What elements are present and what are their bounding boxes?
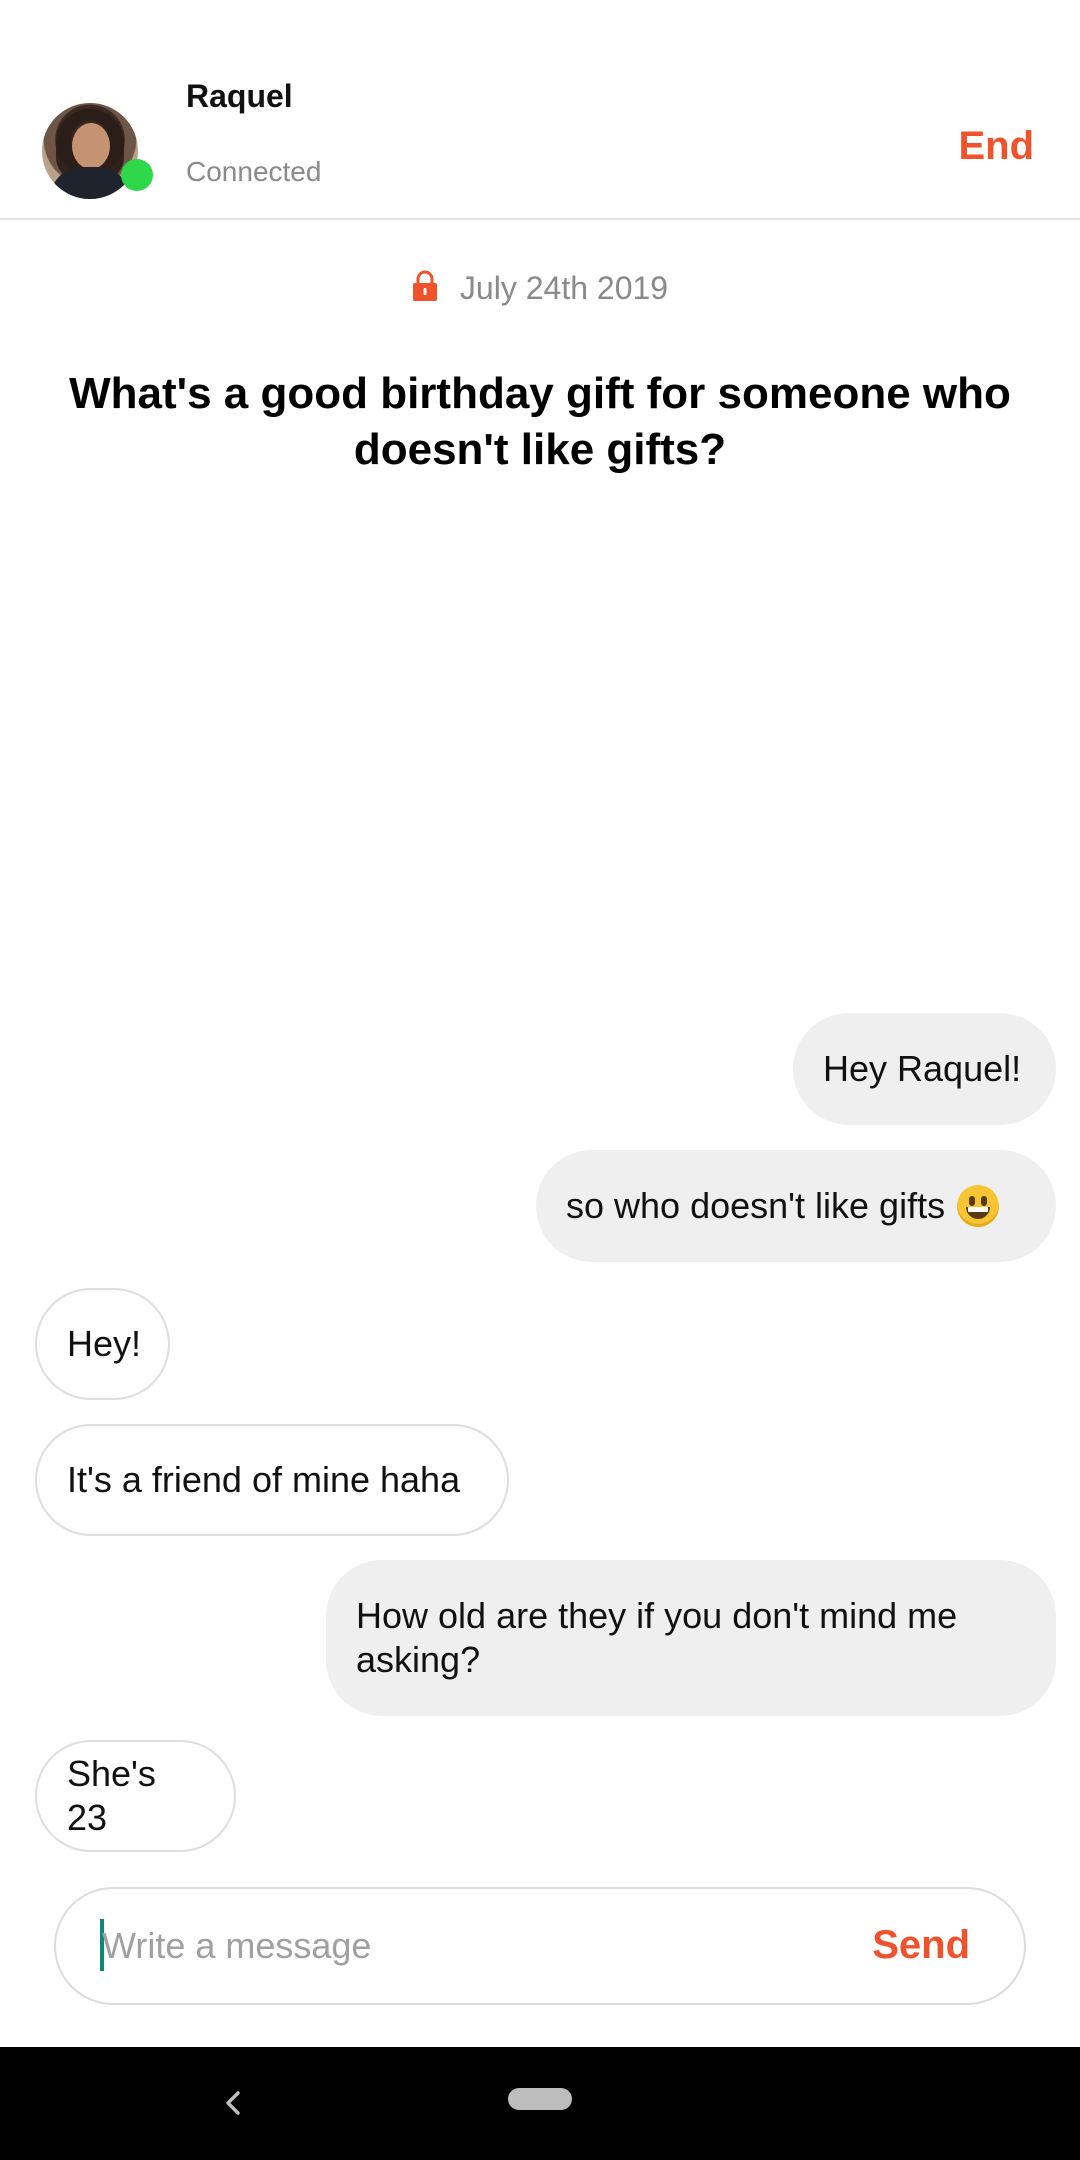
message-bubble-received: Hey! — [35, 1288, 170, 1400]
session-date: July 24th 2019 — [459, 270, 669, 306]
status-bar — [0, 0, 1080, 63]
lock-icon — [412, 270, 438, 302]
message-text: Hey Raquel! — [823, 1048, 1022, 1089]
question-title: What's a good birthday gift for someone … — [69, 369, 1011, 474]
message-input[interactable] — [102, 1913, 842, 1979]
grinning-face-icon — [957, 1185, 1000, 1227]
end-chat-button[interactable]: End — [958, 124, 1034, 169]
contact-status: Connected — [186, 156, 322, 187]
message-text: How old are they if you don't mind me as… — [356, 1595, 958, 1680]
message-bubble-sent: so who doesn't like gifts — [536, 1150, 1056, 1262]
online-status-icon — [121, 159, 153, 191]
system-navigation-bar — [0, 2047, 1080, 2160]
send-button[interactable]: Send — [872, 1923, 970, 1968]
message-composer: Send — [54, 1887, 1026, 2005]
contact-name: Raquel — [186, 78, 293, 114]
message-bubble-sent: How old are they if you don't mind me as… — [326, 1560, 1056, 1716]
message-bubble-received: It's a friend of mine haha — [35, 1424, 509, 1536]
session-date-row: July 24th 2019 — [0, 270, 1080, 307]
chat-header: Raquel Connected End — [0, 63, 1080, 220]
message-bubble-received: She's 23 — [35, 1740, 236, 1852]
back-icon[interactable] — [218, 2085, 248, 2121]
message-text: Hey! — [67, 1323, 142, 1364]
message-text: It's a friend of mine haha — [67, 1459, 461, 1500]
message-text: She's 23 — [67, 1753, 156, 1838]
message-bubble-sent: Hey Raquel! — [793, 1013, 1056, 1125]
home-button[interactable] — [508, 2088, 572, 2110]
message-text: so who doesn't like gifts — [566, 1185, 946, 1226]
